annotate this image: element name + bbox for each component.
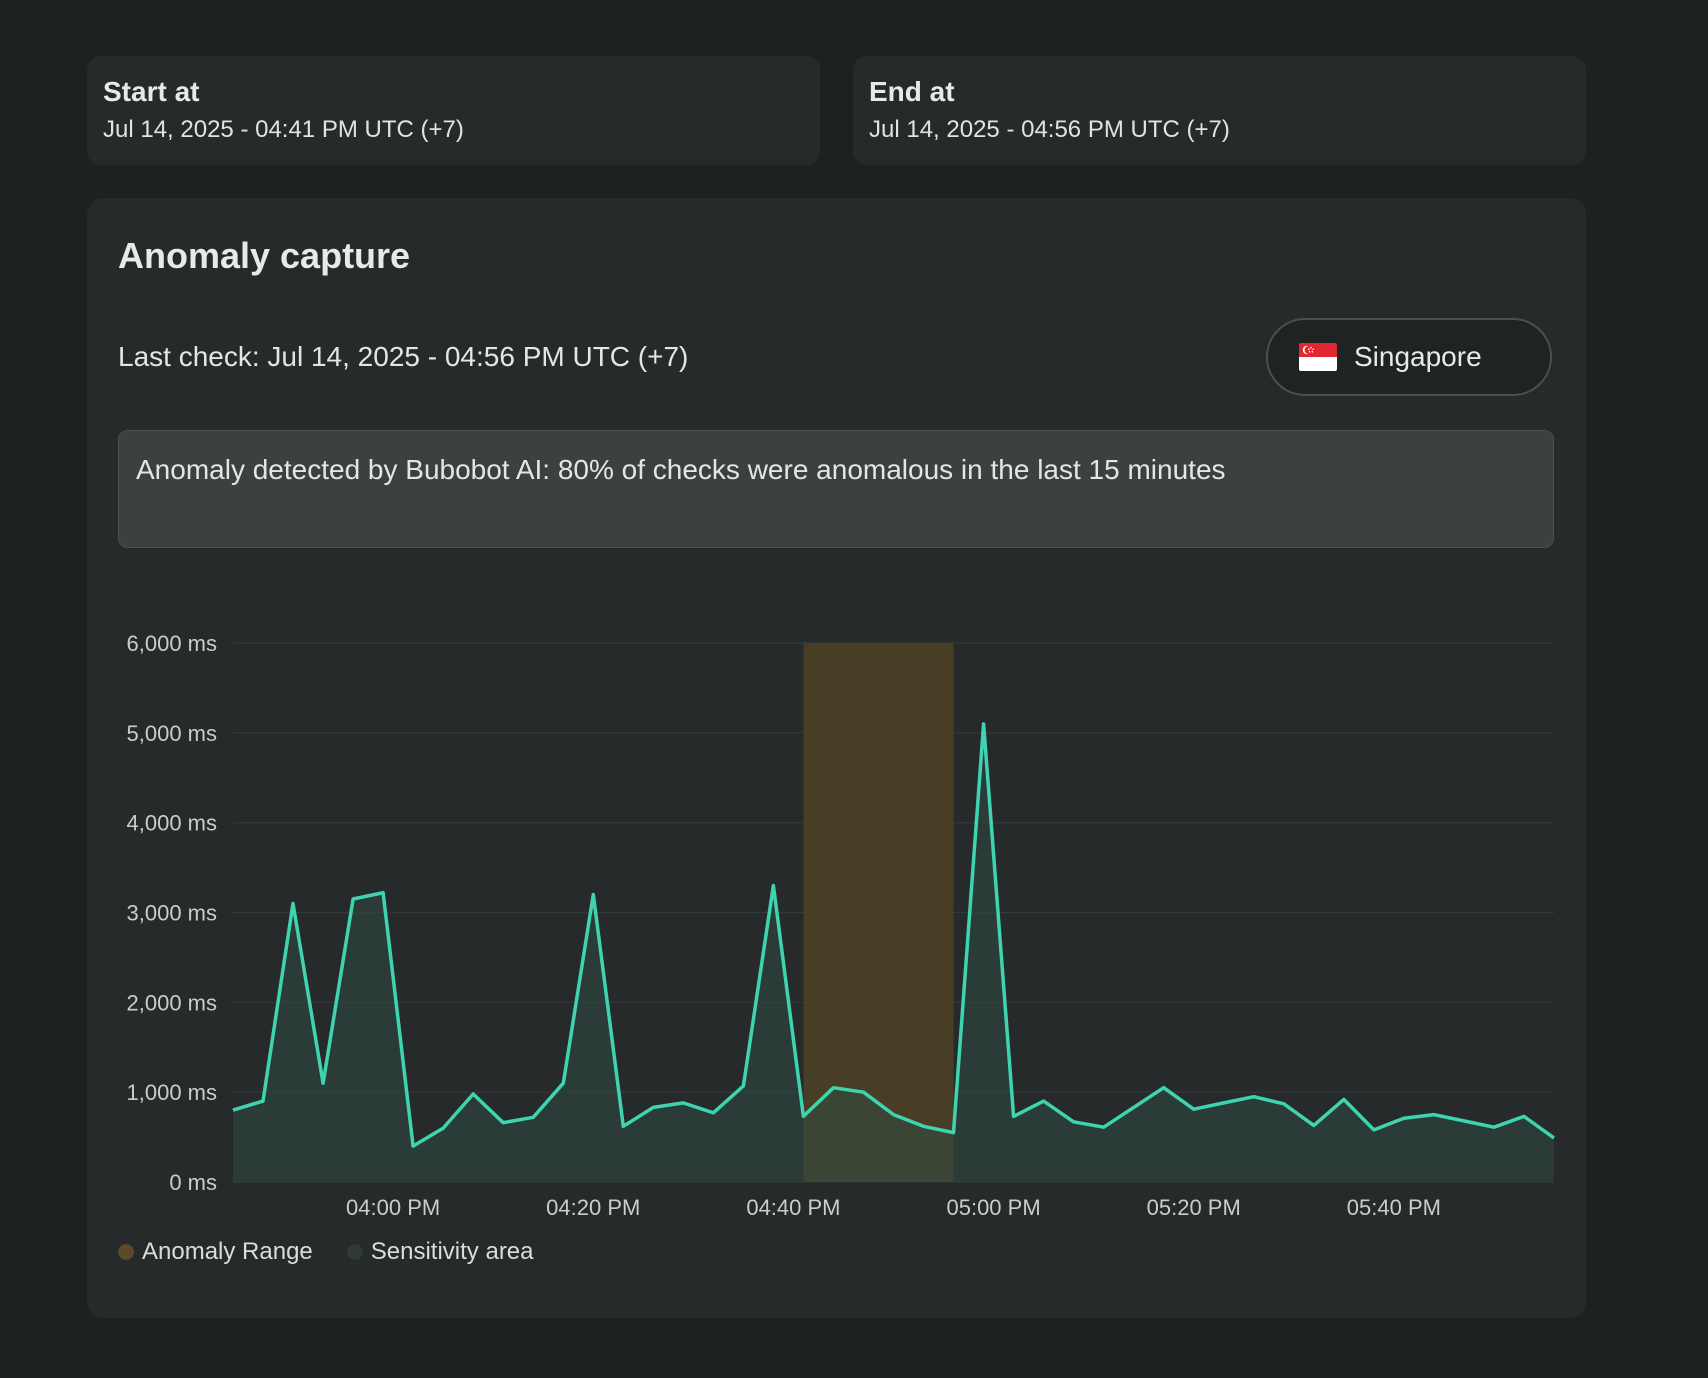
legend-label-sensitivity-area: Sensitivity area [370, 1238, 534, 1265]
x-tick-label: 04:40 PM [746, 1195, 840, 1220]
x-tick-label: 05:20 PM [1147, 1195, 1241, 1220]
anomaly-capture-panel: Anomaly capture Last check: Jul 14, 2025… [87, 198, 1586, 1318]
end-value: Jul 14, 2025 - 04:56 PM UTC (+7) [869, 116, 1230, 143]
end-label: End at [869, 76, 955, 107]
y-tick-label: 6,000 ms [127, 631, 218, 656]
y-tick-label: 3,000 ms [127, 901, 218, 926]
x-tick-label: 05:40 PM [1347, 1195, 1441, 1220]
end-time-card: End at Jul 14, 2025 - 04:56 PM UTC (+7) [853, 56, 1586, 165]
x-tick-label: 04:20 PM [546, 1195, 640, 1220]
start-value: Jul 14, 2025 - 04:41 PM UTC (+7) [103, 116, 464, 143]
page: Start at Jul 14, 2025 - 04:41 PM UTC (+7… [0, 0, 1708, 1378]
response-time-chart: 0 ms 1,000 ms 2,000 ms 3,000 ms 4,000 ms 5,00… [127, 631, 1556, 1220]
y-tick-label: 0 ms [169, 1170, 217, 1195]
x-tick-label: 05:00 PM [946, 1195, 1040, 1220]
y-tick-label: 1,000 ms [127, 1080, 218, 1105]
start-label: Start at [103, 76, 200, 107]
y-tick-label: 2,000 ms [127, 990, 218, 1015]
start-time-card: Start at Jul 14, 2025 - 04:41 PM UTC (+7… [87, 56, 820, 165]
anomaly-range-legend-dot [118, 1244, 134, 1260]
legend-label-anomaly-range: Anomaly Range [142, 1238, 313, 1265]
sensitivity-area-legend-dot [346, 1244, 363, 1260]
legend-item-sensitivity-area[interactable]: Sensitivity area [346, 1238, 534, 1266]
legend-item-anomaly-range[interactable]: Anomaly Range [118, 1238, 313, 1266]
x-tick-label: 04:00 PM [346, 1195, 440, 1220]
y-tick-label: 4,000 ms [127, 811, 218, 836]
chart-legend: Anomaly Range Sensitivity area [118, 1238, 568, 1266]
y-tick-label: 5,000 ms [127, 721, 218, 746]
